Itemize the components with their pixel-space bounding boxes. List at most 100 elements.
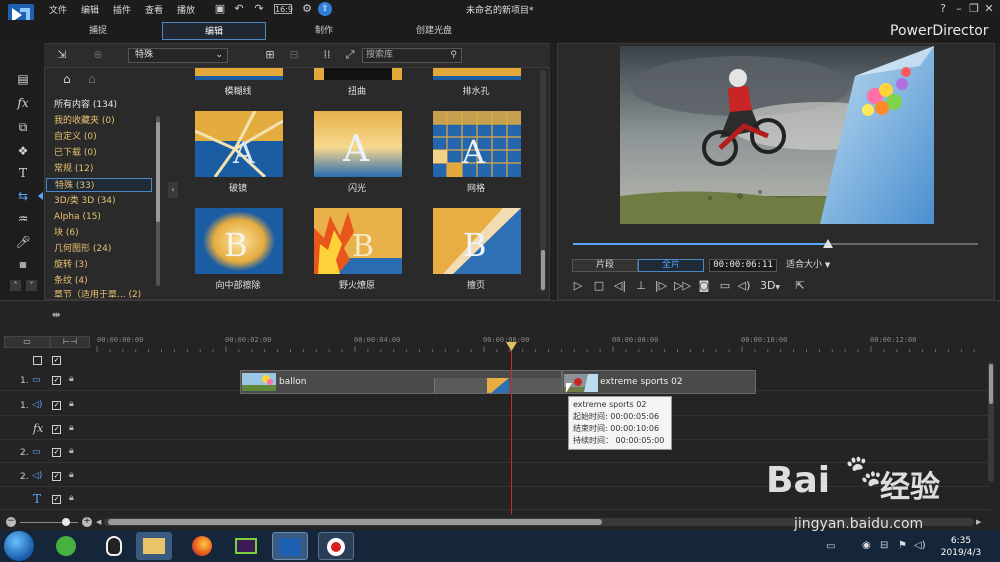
scroll-up-icon[interactable]: ˄ [10,280,21,291]
track-master-enable[interactable]: ✓ [52,356,61,365]
save-icon[interactable]: ▣ [213,2,227,16]
minimize-icon[interactable]: – [952,2,966,16]
title-room-icon[interactable]: T [14,164,32,182]
category-item[interactable]: Alpha (15) [52,210,152,224]
taskbar-app-powerdirector-icon[interactable] [272,532,308,560]
split-icon[interactable]: ⊥ [633,279,649,293]
stop-icon[interactable]: □ [591,279,607,293]
track-enable-checkbox[interactable]: ✓ [52,472,61,481]
video-clip-extreme-sports[interactable]: extreme sports 02 [562,370,756,394]
category-item[interactable]: 我的收藏夹 (0) [52,114,152,128]
transition-room-icon[interactable]: ⇆ [14,187,32,205]
collapse-panel-button[interactable]: ‹ [168,182,178,198]
transition-thumbnail[interactable]: B [195,208,283,274]
category-scrollbar-thumb[interactable] [156,122,160,222]
enable-all-checkbox[interactable]: ✓ [52,356,61,365]
clip-mode-button[interactable]: 片段 [572,259,638,272]
track-enable-checkbox[interactable]: ✓ [52,448,61,457]
timecode-display[interactable]: 00:00:06:11 [709,259,777,272]
volume-icon[interactable]: ◁) [736,279,752,293]
tray-volume-icon[interactable]: ◁) [914,540,926,551]
category-item-selected[interactable]: 特殊 (33) [46,178,152,192]
category-item[interactable]: 已下载 (0) [52,146,152,160]
zoom-fit-select[interactable]: 适合大小 ▼ [782,259,842,272]
chapter-room-icon[interactable]: ▦ [14,256,32,274]
category-item[interactable]: 所有内容 (134) [52,98,152,112]
movie-mode-button[interactable]: 全片 [638,259,704,272]
restore-icon[interactable]: ❐ [967,2,981,16]
fit-timeline-icon[interactable]: ⇹ [52,310,70,324]
play-icon[interactable]: ▷ [570,279,586,293]
close-icon[interactable]: ✕ [982,2,996,16]
transition-thumbnail[interactable] [195,68,283,80]
aspect-ratio-icon[interactable]: 16:9 [274,4,293,14]
subtitle-icon[interactable]: ▭ [717,279,733,293]
pip-room-icon[interactable]: ⧉ [14,118,32,136]
snapshot-icon[interactable]: ◙ [696,279,712,293]
taskbar-app-explorer-icon[interactable] [136,532,172,560]
fast-forward-icon[interactable]: ▷▷ [674,279,691,293]
taskbar-app-recorder-icon[interactable] [318,532,354,560]
import-icon[interactable]: ⇲ [54,47,70,63]
transition-thumbnail[interactable]: A [433,111,521,177]
timeline-view-button[interactable]: ▭ [4,336,50,348]
redo-icon[interactable]: ↷ [252,2,266,16]
previous-frame-icon[interactable]: ◁| [612,279,628,293]
scroll-left-icon[interactable]: ◀ [96,518,101,526]
track-enable-checkbox[interactable]: ✓ [52,495,61,504]
video-clip-ballon[interactable]: ballon [240,370,562,394]
track-master-toggle[interactable] [33,356,42,365]
taskbar-app-video-editor-icon[interactable] [228,532,264,560]
tray-keyboard-icon[interactable]: ▭ [826,541,835,552]
taskbar-app-qq-icon[interactable] [96,532,132,560]
tab-edit[interactable]: 编辑 [162,22,266,40]
menu-file[interactable]: 文件 [49,3,67,16]
add-to-timeline-icon[interactable]: ⊞ [262,47,278,63]
lock-icon[interactable]: 🔒︎ [69,423,74,433]
track-visibility-checkbox[interactable] [33,356,42,365]
tray-wechat-icon[interactable]: ◉ [862,540,871,551]
taskbar-clock[interactable]: 6:35 2019/4/3 [938,535,984,559]
upgrade-icon[interactable]: ⇧ [318,2,332,16]
undo-icon[interactable]: ↶ [232,2,246,16]
fx-room-icon[interactable]: fx [14,94,32,112]
category-filter-select[interactable]: 特殊 ⌄ [128,48,228,63]
playback-progress-knob[interactable] [823,239,833,248]
transition-thumbnail[interactable] [314,68,402,80]
audio-mixing-room-icon[interactable]: ♒ [14,210,32,228]
track-enable-checkbox[interactable]: ✓ [52,425,61,434]
next-frame-icon[interactable]: |▷ [653,279,669,293]
menu-play[interactable]: 播放 [177,3,195,16]
category-item[interactable]: 章节（适用于章... (2) [52,290,152,298]
menu-view[interactable]: 查看 [145,3,163,16]
category-item[interactable]: 自定义 (0) [52,130,152,144]
playhead-line[interactable] [511,343,512,515]
transition-thumbnail[interactable]: A [314,111,402,177]
menu-edit[interactable]: 编辑 [81,3,99,16]
timeline-vertical-scrollbar-thumb[interactable] [989,364,993,404]
voice-over-room-icon[interactable]: 🎤︎ [14,233,32,251]
tag-add-icon[interactable]: ⌂ [63,72,81,90]
transition-thumbnail[interactable] [433,68,521,80]
transition-thumbnail[interactable]: B [314,208,402,274]
timeline-horizontal-scrollbar-thumb[interactable] [108,519,602,525]
media-room-icon[interactable]: ▤ [14,70,32,88]
taskbar-app-firefox-icon[interactable] [184,532,220,560]
lock-icon[interactable]: 🔒︎ [69,446,74,456]
lock-icon[interactable]: 🔒︎ [69,470,74,480]
help-icon[interactable]: ? [936,2,950,16]
tray-network-icon[interactable]: ⊟ [880,540,888,551]
lock-icon[interactable]: 🔒︎ [69,374,74,384]
search-input[interactable]: 搜索库 ⚲ [362,48,462,63]
transition-thumbnail[interactable]: A [195,111,283,177]
undock-preview-icon[interactable]: ⇱ [792,279,808,293]
lock-icon[interactable]: 🔒︎ [69,399,74,409]
lock-icon[interactable]: 🔒︎ [69,493,74,503]
category-item[interactable]: 3D/类 3D (34) [52,194,152,208]
transition-thumbnail[interactable]: B [433,208,521,274]
taskbar-app-360-icon[interactable] [48,532,84,560]
category-item[interactable]: 旋转 (3) [52,258,152,272]
category-item[interactable]: 条纹 (4) [52,274,152,288]
category-item[interactable]: 几何图形 (24) [52,242,152,256]
tab-create-disc[interactable]: 创建光盘 [382,22,486,40]
